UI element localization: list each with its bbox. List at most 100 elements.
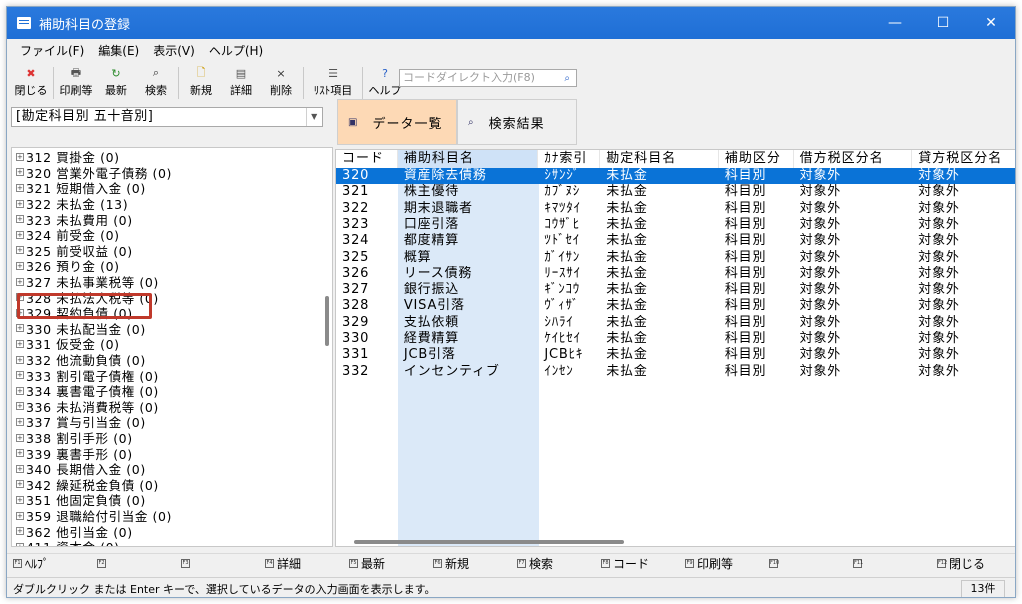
expand-icon[interactable]: + [16,261,24,270]
account-filter-select[interactable]: [勘定科目別 五十音別] ▼ [11,107,323,127]
table-cell: 330 [342,331,370,346]
search-icon: ⌕ [152,66,160,79]
toolbar-button-delete[interactable]: × 削除 [261,63,301,101]
toolbar-button-detail[interactable]: ▤ 詳細 [221,63,261,101]
fkey-f6[interactable]: F6 新規 [427,554,511,574]
table-row[interactable]: 327 銀行振込 ｷﾞﾝｺｳ 未払金 科目別 対象外 対象外 [336,282,1015,298]
column-header[interactable]: 借方税区分名 [794,150,913,168]
account-tree[interactable]: +312 買掛金 (0) +320 営業外電子債務 (0) +321 短期借入金 (… [11,147,333,547]
expand-icon[interactable]: + [16,527,24,536]
tab-search-results[interactable]: ⌕ 検索結果 [457,99,577,145]
expand-icon[interactable]: + [16,183,24,192]
fkey-f7[interactable]: F7 検索 [511,554,595,574]
code-direct-input[interactable]: コードダイレクト入力(F8) ⌕ [399,69,577,87]
table-cell: ﾘｰｽｻｲ [544,265,581,281]
fkey-f12[interactable]: F12 閉じる [931,554,1015,574]
fkey-f8[interactable]: F8 コード [595,554,679,574]
table-row[interactable]: 328 VISA引落 ｳﾞｨｻﾞ 未払金 科目別 対象外 対象外 [336,298,1015,314]
table-cell: 科目別 [724,200,767,216]
table-row[interactable]: 330 経費精算 ｹｲﾋｾｲ 未払金 科目別 対象外 対象外 [336,331,1015,347]
fkey-label: コード [613,557,650,571]
toolbar-button-search[interactable]: ⌕ 検索 [136,63,176,101]
fkey-f11[interactable]: F11 [847,554,931,574]
search-icon[interactable]: ⌕ [564,71,570,87]
chevron-down-icon[interactable]: ▼ [306,108,322,126]
column-header[interactable]: 貸方税区分名 [912,150,1015,168]
expand-icon[interactable]: + [16,355,24,364]
title-bar[interactable]: 補助科目の登録 — ☐ ✕ [7,7,1015,39]
search-tab-icon: ⌕ [468,116,475,128]
table-row[interactable]: 331 JCB引落 JCBﾋｷ 未払金 科目別 対象外 対象外 [336,347,1015,363]
expand-icon[interactable]: + [16,324,24,333]
fkey-f1[interactable]: F1 ﾍﾙﾌﾟ [7,554,91,574]
expand-icon[interactable]: + [16,511,24,520]
expand-icon[interactable]: + [16,277,24,286]
help-icon: ? [382,66,388,80]
expand-icon[interactable]: + [16,433,24,442]
data-grid[interactable]: コード 補助科目名 ｶﾅ索引 勘定科目名 補助区分 借方税区分名 貸方税区分名 320 資産除… [335,149,1015,547]
fkey-f3[interactable]: F3 [175,554,259,574]
expand-icon[interactable]: + [16,215,24,224]
fkey-f10[interactable]: F10 [763,554,847,574]
minimize-button[interactable]: — [871,7,919,39]
column-header[interactable]: コード [336,150,398,168]
tree-node[interactable]: +411 資本金 (0) [12,539,120,546]
fkey-f4[interactable]: F4 詳細 [259,554,343,574]
table-row[interactable]: 332 インセンティブ ｲﾝｾﾝ 未払金 科目別 対象外 対象外 [336,363,1015,380]
table-cell: 326 [342,265,370,281]
menu-view[interactable]: 表示(V) [146,42,202,59]
expand-icon[interactable]: + [16,168,24,177]
table-row[interactable]: 322 期末退職者 ｷﾏﾂﾀｲ 未払金 科目別 対象外 対象外 [336,200,1015,217]
expand-icon[interactable]: + [16,371,24,380]
toolbar-button-label: 閉じる [14,84,48,97]
table-row[interactable]: 325 概算 ｶﾞｲｻﾝ 未払金 科目別 対象外 対象外 [336,250,1015,266]
table-cell: 対象外 [799,298,842,314]
table-cell: ﾂﾄﾞｾｲ [544,233,581,249]
expand-icon[interactable]: + [16,417,24,426]
menu-help[interactable]: ヘルプ(H) [202,42,270,59]
toolbar-button-close-x[interactable]: ✖ 閉じる [11,63,51,101]
table-cell: ｲﾝｾﾝ [544,363,574,379]
toolbar-button-new-doc[interactable]: 🗋 新規 [181,63,221,101]
table-row[interactable]: 321 株主優待 ｶﾌﾞﾇｼ 未払金 科目別 対象外 対象外 [336,184,1015,200]
toolbar-button-list[interactable]: ☰ ﾘｽﾄ項目 [306,63,360,101]
table-cell: VISA引落 [403,298,465,314]
table-row[interactable]: 326 リース債務 ﾘｰｽｻｲ 未払金 科目別 対象外 対象外 [336,265,1015,282]
toolbar-button-refresh[interactable]: ↻ 最新 [96,63,136,101]
expand-icon[interactable]: + [16,542,24,546]
expand-icon[interactable]: + [16,230,24,239]
expand-icon[interactable]: + [16,152,24,161]
expand-icon[interactable]: + [16,480,24,489]
grid-horizontal-scrollbar[interactable] [354,540,624,544]
expand-icon[interactable]: + [16,495,24,504]
column-header[interactable]: ｶﾅ索引 [538,150,601,168]
tree-scroll-thumb[interactable] [325,296,329,346]
fkey-f2[interactable]: F2 [91,554,175,574]
expand-icon[interactable]: + [16,464,24,473]
expand-icon[interactable]: + [16,339,24,348]
fkey-f5[interactable]: F5 最新 [343,554,427,574]
expand-icon[interactable]: + [16,449,24,458]
fkey-label: 検索 [529,557,554,571]
table-row[interactable]: 324 都度精算 ﾂﾄﾞｾｲ 未払金 科目別 対象外 対象外 [336,233,1015,249]
expand-icon[interactable]: + [16,402,24,411]
tree-scrollbar[interactable] [324,148,330,546]
table-cell: 対象外 [918,314,960,330]
table-row[interactable]: 323 口座引落 ｺｳｻﾞﾋ 未払金 科目別 対象外 対象外 [336,217,1015,233]
column-header[interactable]: 補助科目名 [397,150,539,168]
column-header[interactable]: 勘定科目名 [600,150,719,168]
expand-icon[interactable]: + [16,199,24,208]
fkey-f9[interactable]: F9 印刷等 [679,554,763,574]
table-row[interactable]: 320 資産除去債務 ｼｻﾝｼﾞ 未払金 科目別 対象外 対象外 [336,168,1015,185]
menu-file[interactable]: ファイル(F) [13,42,91,59]
expand-icon[interactable]: + [16,386,24,395]
tab-data-list[interactable]: ▣ データ一覧 [337,99,457,145]
table-cell: 322 [342,200,370,216]
maximize-button[interactable]: ☐ [919,7,967,39]
column-header[interactable]: 補助区分 [719,150,794,168]
menu-edit[interactable]: 編集(E) [91,42,146,59]
close-window-button[interactable]: ✕ [967,7,1015,39]
table-row[interactable]: 329 支払依頼 ｼﾊﾗｲ 未払金 科目別 対象外 対象外 [336,314,1015,331]
toolbar-button-printer[interactable]: 🖶 印刷等 [56,63,96,101]
expand-icon[interactable]: + [16,246,24,255]
